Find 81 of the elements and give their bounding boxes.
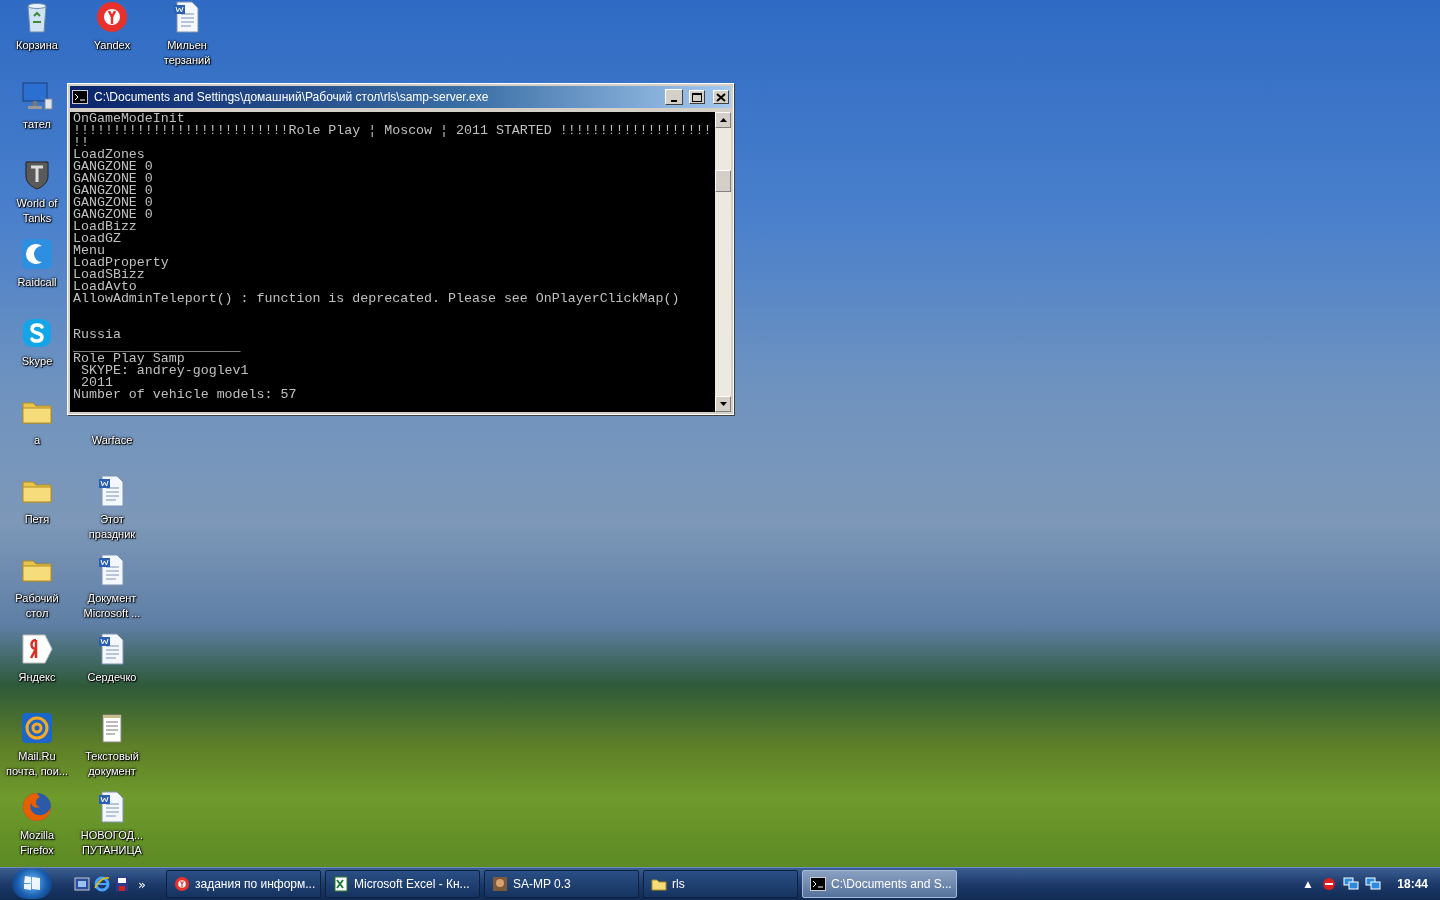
scroll-up-button[interactable] [715, 112, 731, 128]
desktop-icon-label[interactable]: Skype [21, 354, 53, 369]
taskbar-button[interactable]: SA-MP 0.3 [483, 870, 639, 898]
console-icon [72, 90, 88, 104]
browser-icon [173, 876, 190, 892]
desktop-icon-label[interactable]: Warface [91, 433, 133, 448]
console-line: LoadSBizz [73, 269, 145, 281]
desktop-icon-label[interactable]: Текстовый документ [80, 749, 144, 779]
console-line: GANGZONE 0 [73, 209, 154, 221]
close-icon [716, 92, 726, 102]
windows-logo-icon [22, 874, 42, 891]
desktop-icon-label[interactable]: Этот праздник [80, 512, 144, 542]
console-line: LoadGZ [73, 233, 122, 245]
console-line: OnGameModeInit [73, 113, 185, 125]
desktop-icon[interactable] [74, 876, 90, 892]
console-line: LoadBizz [73, 221, 138, 233]
desktop-icon-label[interactable]: World of Tanks [5, 196, 69, 226]
monitor-icon [20, 79, 54, 113]
console-line: LoadAvto [73, 281, 137, 293]
crescent-icon [20, 237, 54, 271]
desktop-icon-label[interactable]: Сердечко [87, 670, 137, 685]
folder-icon [650, 876, 667, 892]
taskbar-button[interactable]: Microsoft Excel - Кн... [324, 870, 480, 898]
skype-icon [20, 316, 54, 350]
more-button[interactable]: » [138, 876, 146, 892]
start-button[interactable] [12, 869, 52, 899]
desktop-icon-label[interactable]: Raidcall [17, 275, 57, 290]
console-line: LoadZones [73, 149, 145, 161]
console-line: !! [73, 137, 89, 149]
browser-icon [95, 0, 129, 34]
maximize-icon [692, 92, 702, 102]
console-line: _____________________ [73, 341, 242, 353]
desktop-icon-label[interactable]: Mozilla Firefox [5, 828, 69, 858]
console-line: Russia [73, 329, 122, 341]
console-line: GANGZONE 0 [73, 185, 154, 197]
minimize-button[interactable] [665, 89, 683, 105]
scrollbar[interactable] [715, 112, 731, 412]
console-line: GANGZONE 0 [73, 173, 154, 185]
console-line: AllowAdminTeleport() : function is deprecated. Please see OnPlayerClickMap() [73, 293, 681, 305]
desktop-icon-label[interactable]: Yandex [93, 38, 131, 53]
desktop-icon-label[interactable]: Мильен терзаний [155, 38, 219, 68]
minimize-icon [671, 100, 677, 102]
console-line: Number of vehicle models: 57 [73, 389, 298, 401]
desktop-icon-label[interactable]: Корзина [16, 38, 58, 53]
scroll-down-button[interactable] [715, 396, 731, 412]
taskbar-button[interactable]: задания по информ... [165, 870, 321, 898]
console-line: GANGZONE 0 [73, 161, 154, 173]
window-title: C:\Documents and Settings\домашний\Рабочий стол\rls\samp-server.exe [94, 90, 490, 104]
console-line: GANGZONE 0 [73, 197, 154, 209]
desktop-icon-label[interactable]: Документ Microsoft ... [80, 591, 144, 621]
clock[interactable]: 18:44 [1397, 877, 1428, 891]
desktop-icon-label[interactable]: тател [23, 117, 51, 132]
game-icon [491, 876, 508, 892]
desktop-icon-label[interactable]: Яндекс [18, 670, 56, 685]
close-button[interactable] [713, 90, 729, 104]
show-hidden-icons-button[interactable]: ▲ [1304, 879, 1312, 889]
desktop-icon-label[interactable]: Рабочий стол [5, 591, 69, 621]
desktop-icon-label[interactable]: a [33, 433, 41, 448]
taskbar-button[interactable]: C:\Documents and S... [801, 870, 957, 898]
console-line: Menu [73, 245, 105, 257]
console-line: SKYPE: andrey-goglev1 [79, 365, 250, 377]
no-entry-icon[interactable] [1321, 877, 1338, 891]
firefox-icon [20, 790, 54, 824]
yandex-icon [20, 632, 54, 666]
maximize-button[interactable] [689, 90, 705, 104]
console-line: LoadProperty [73, 257, 170, 269]
arrow-down-icon [719, 402, 727, 406]
desktop-icon-label[interactable]: Петя [24, 512, 50, 527]
console-line: Role Play Samp [73, 353, 185, 365]
arrow-up-icon [719, 118, 727, 122]
console-icon [809, 876, 826, 892]
network-icon[interactable] [1365, 877, 1382, 891]
network-icon[interactable] [1343, 877, 1360, 891]
desktop-icon-label[interactable]: Mail.Ru почта, пои... [5, 749, 69, 779]
spreadsheet-icon [332, 876, 349, 892]
console-line: 2011 [80, 377, 113, 389]
desktop-icon-label[interactable]: НОВОГОД... ПУТАНИЦА [80, 828, 144, 858]
console-line: !!!!!!!!!!!!!!!!!!!!!!!!!!!Role Play ¦ Moscow ¦ 2011 STARTED !!!!!!!!!!!!!!!!!!! [73, 125, 712, 137]
taskbar-button[interactable]: rls [642, 870, 798, 898]
internet-explorer-icon[interactable] [94, 876, 110, 892]
scroll-thumb[interactable] [715, 170, 731, 192]
